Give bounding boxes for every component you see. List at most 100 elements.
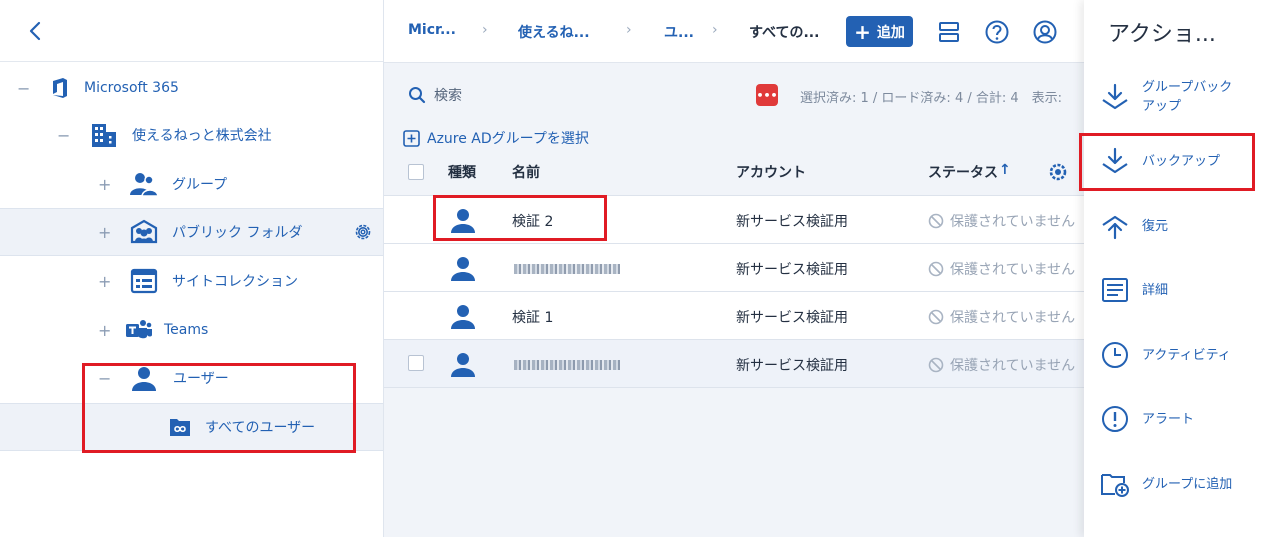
chevron-right-icon: ›	[482, 22, 488, 38]
select-azure-ad-group-link[interactable]: Azure ADグループを選択	[403, 128, 589, 148]
column-header-type[interactable]: 種類	[448, 162, 476, 182]
user-icon	[451, 209, 475, 233]
actions-panel: アクショ... グループバック アップ バックアップ 復元 詳細 アクティビティ…	[1084, 0, 1266, 537]
collapse-toggle[interactable]: −	[57, 126, 70, 145]
table-row[interactable]: 新サービス検証用 保護されていません	[384, 244, 1084, 292]
add-button[interactable]: + 追加	[846, 16, 913, 47]
tree-item-public-folders[interactable]: + パブリック フォルダ	[0, 208, 383, 256]
back-icon[interactable]	[26, 20, 46, 42]
selection-status: 選択済み: 1 / ロード済み: 4 / 合計: 4 表示:	[800, 91, 1063, 106]
row-account: 新サービス検証用	[736, 262, 848, 278]
alert-icon	[1102, 406, 1128, 432]
tree-item-site-collections[interactable]: + サイトコレクション	[0, 257, 383, 305]
table-row[interactable]: 検証 2 新サービス検証用 保護されていません	[384, 196, 1084, 244]
breadcrumb-item[interactable]: ユ...	[664, 22, 694, 42]
row-status: 保護されていません	[928, 259, 1075, 279]
clock-icon	[1102, 342, 1128, 368]
tree-item-label: Teams	[164, 322, 209, 338]
user-icon	[451, 305, 475, 329]
action-label: バックアップ	[1142, 153, 1221, 169]
chevron-right-icon: ›	[712, 22, 718, 38]
add-to-group-action[interactable]: グループに追加	[1100, 469, 1232, 499]
row-status-label: 保護されていません	[950, 310, 1076, 326]
group-icon	[129, 169, 159, 199]
expand-toggle[interactable]: +	[98, 321, 111, 340]
restore-action[interactable]: 復元	[1100, 211, 1168, 241]
redacted-name	[514, 360, 620, 370]
gear-icon[interactable]	[353, 222, 373, 242]
row-status-label: 保護されていません	[950, 214, 1076, 230]
group-backup-action[interactable]: グループバック アップ	[1100, 78, 1232, 116]
tree-item-label: サイトコレクション	[172, 274, 298, 290]
action-label: グループバック アップ	[1142, 80, 1233, 114]
expand-toggle[interactable]: +	[98, 223, 111, 242]
gear-icon[interactable]	[1048, 162, 1068, 182]
row-account: 新サービス検証用	[736, 310, 848, 326]
not-protected-icon	[928, 309, 944, 325]
activity-action[interactable]: アクティビティ	[1100, 340, 1231, 370]
row-checkbox[interactable]	[408, 355, 424, 371]
select-all-checkbox[interactable]	[408, 164, 424, 180]
account-icon[interactable]	[1032, 19, 1058, 45]
table-header: 種類 名前 アカウント ステータス ↑	[384, 148, 1084, 196]
plus-box-icon	[403, 129, 420, 147]
collapse-toggle[interactable]: −	[98, 369, 111, 388]
backup-action[interactable]: バックアップ	[1100, 146, 1220, 176]
sort-ascending-icon[interactable]: ↑	[999, 162, 1011, 178]
column-header-status[interactable]: ステータス	[928, 162, 998, 182]
tree-item-organization[interactable]: − 使えるねっと株式会社	[0, 111, 383, 159]
row-name: 検証 2	[512, 214, 554, 230]
not-protected-icon	[928, 213, 944, 229]
expand-toggle[interactable]: +	[98, 175, 111, 194]
more-badge[interactable]: •••	[756, 84, 778, 106]
site-collection-icon	[129, 266, 159, 296]
details-action[interactable]: 詳細	[1100, 275, 1168, 305]
breadcrumb-item[interactable]: Micr...	[408, 22, 456, 38]
add-button-label: 追加	[876, 24, 905, 41]
expand-toggle[interactable]: +	[98, 272, 111, 291]
not-protected-icon	[928, 261, 944, 277]
tree-item-users[interactable]: − ユーザー	[0, 354, 383, 402]
column-header-name[interactable]: 名前	[512, 162, 540, 182]
tree-item-groups[interactable]: + グループ	[0, 160, 383, 208]
action-label: グループに追加	[1142, 476, 1233, 492]
tree-item-label: 使えるねっと株式会社	[132, 128, 272, 144]
tree-item-teams[interactable]: + Teams	[0, 306, 383, 354]
chevron-right-icon: ›	[626, 22, 632, 38]
download-icon	[1102, 147, 1128, 174]
tree-panel: − Microsoft 365 − 使えるねっと株式会社 + グループ + パブ…	[0, 0, 384, 537]
breadcrumb-current: すべての...	[749, 25, 820, 41]
breadcrumb-item[interactable]: 使えるね...	[518, 22, 590, 42]
search-input[interactable]: 検索	[408, 85, 462, 105]
row-account: 新サービス検証用	[736, 358, 848, 374]
user-icon	[129, 363, 159, 393]
tree-item-label: Microsoft 365	[84, 80, 179, 96]
building-icon	[89, 120, 119, 150]
all-users-folder-icon	[165, 412, 195, 442]
user-icon	[451, 353, 475, 377]
breadcrumb: Micr... › 使えるね... › ユ... › すべての... + 追加	[384, 0, 1084, 63]
table-row[interactable]: 検証 1 新サービス検証用 保護されていません	[384, 292, 1084, 340]
table-row[interactable]: 新サービス検証用 保護されていません	[384, 340, 1084, 388]
row-status-label: 保護されていません	[950, 358, 1076, 374]
alert-action[interactable]: アラート	[1100, 404, 1194, 434]
collapse-toggle[interactable]: −	[17, 79, 30, 98]
layout-icon[interactable]	[936, 19, 962, 45]
action-label: アクティビティ	[1142, 347, 1231, 363]
public-folder-icon	[129, 217, 159, 247]
tree-item-all-users[interactable]: すべてのユーザー	[0, 403, 383, 451]
office-icon	[45, 73, 75, 103]
tree-item-label: グループ	[172, 177, 228, 193]
user-icon	[451, 257, 475, 281]
row-name: 検証 1	[512, 310, 554, 326]
tree-item-label: ユーザー	[173, 371, 229, 387]
row-status: 保護されていません	[928, 211, 1075, 231]
tree-item-microsoft365[interactable]: − Microsoft 365	[0, 64, 383, 112]
tree-item-label: すべてのユーザー	[205, 420, 316, 436]
not-protected-icon	[928, 357, 944, 373]
tree-item-label: パブリック フォルダ	[172, 225, 303, 241]
download-icon	[1102, 83, 1128, 110]
tree-header	[0, 0, 383, 62]
column-header-account[interactable]: アカウント	[736, 162, 806, 182]
help-icon[interactable]	[984, 19, 1010, 45]
